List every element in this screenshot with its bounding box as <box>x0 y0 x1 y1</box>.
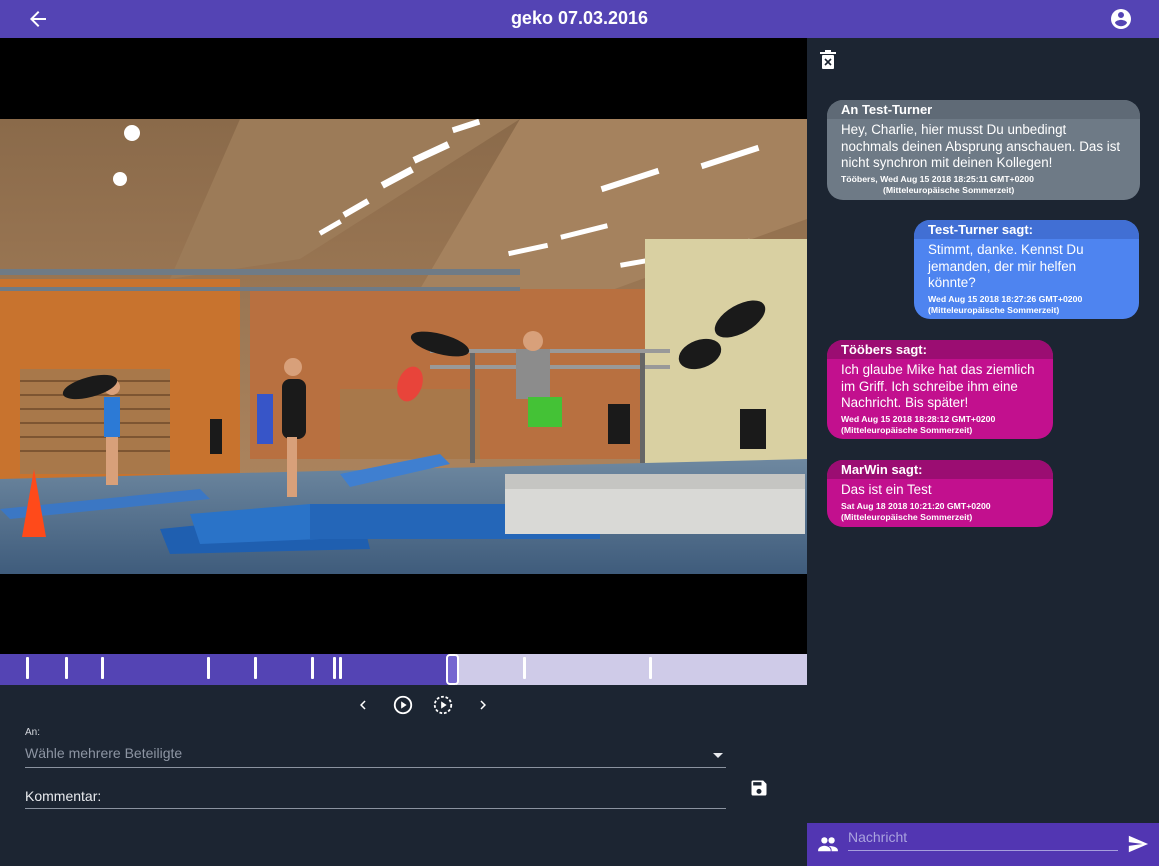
timeline-handle[interactable] <box>446 654 459 685</box>
gym-scene-image <box>0 119 807 574</box>
dropdown-arrow-icon[interactable] <box>713 753 723 758</box>
video-player[interactable] <box>0 38 807 654</box>
video-frame <box>0 119 807 574</box>
people-icon[interactable] <box>817 835 839 853</box>
chat-message: Tööbers sagt: Ich glaube Mike hat das zi… <box>827 340 1053 439</box>
timeline-progress <box>0 654 456 685</box>
timeline-scrubber[interactable] <box>0 654 807 685</box>
timeline-marker[interactable] <box>649 657 652 679</box>
timeline-marker[interactable] <box>101 657 104 679</box>
chat-message: MarWin sagt: Das ist ein Test Sat Aug 18… <box>827 460 1053 527</box>
message-text: Stimmt, danke. Kennst Du jemanden, der m… <box>928 242 1084 290</box>
chevron-right-icon[interactable] <box>470 693 496 717</box>
participants-placeholder: Wähle mehrere Beteiligte <box>25 745 183 761</box>
message-header: An Test-Turner <box>827 100 1140 119</box>
timeline-marker[interactable] <box>339 657 342 679</box>
playback-controls <box>350 693 496 717</box>
message-header: MarWin sagt: <box>827 460 1053 479</box>
video-area: An: Wähle mehrere Beteiligte Kommentar: <box>0 38 807 866</box>
message-header: Test-Turner sagt: <box>914 220 1139 239</box>
timestamp-line: Tööbers, Wed Aug 15 2018 18:25:11 GMT+02… <box>841 173 1034 184</box>
comment-label: Kommentar: <box>25 788 102 804</box>
chevron-left-icon[interactable] <box>350 693 376 717</box>
recipients-label: An: <box>25 727 41 738</box>
timeline-marker[interactable] <box>333 657 336 679</box>
page-title: geko 07.03.2016 <box>510 8 649 28</box>
play-circle-icon[interactable] <box>390 693 416 717</box>
save-icon[interactable] <box>749 778 769 798</box>
timestamp-line: Wed Aug 15 2018 18:28:12 GMT+0200 <box>841 413 996 424</box>
timeline-marker[interactable] <box>207 657 210 679</box>
send-icon[interactable] <box>1127 833 1149 855</box>
timestamp-zone: (Mitteleuropäische Sommerzeit) <box>928 304 1060 315</box>
message-header: Tööbers sagt: <box>827 340 1053 359</box>
timeline-marker[interactable] <box>65 657 68 679</box>
message-timestamp: Tööbers, Wed Aug 15 2018 18:25:11 GMT+02… <box>827 172 1140 196</box>
message-text: Das ist ein Test <box>841 482 932 497</box>
comment-field[interactable]: Kommentar: <box>25 783 726 809</box>
chat-message: An Test-Turner Hey, Charlie, hier musst … <box>827 100 1140 200</box>
message-timestamp: Wed Aug 15 2018 18:27:26 GMT+0200 (Mitte… <box>914 292 1139 316</box>
account-circle-icon[interactable] <box>1109 7 1133 31</box>
chat-panel: An Test-Turner Hey, Charlie, hier musst … <box>807 38 1159 866</box>
chat-input-bar: Nachricht <box>807 823 1159 866</box>
app-bar: geko 07.03.2016 <box>0 0 1159 38</box>
timestamp-zone: (Mitteleuropäische Sommerzeit) <box>841 511 973 522</box>
timeline-marker[interactable] <box>254 657 257 679</box>
play-from-circle-icon[interactable] <box>430 693 456 717</box>
message-text: Ich glaube Mike hat das ziemlich im Grif… <box>841 362 1035 410</box>
timestamp-line: Wed Aug 15 2018 18:27:26 GMT+0200 <box>928 293 1083 304</box>
message-text: Hey, Charlie, hier musst Du unbedingt no… <box>841 122 1121 170</box>
participants-select[interactable]: Wähle mehrere Beteiligte <box>25 741 726 768</box>
timestamp-zone: (Mitteleuropäische Sommerzeit) <box>883 184 1015 195</box>
delete-icon[interactable] <box>820 50 836 70</box>
timestamp-line: Sat Aug 18 2018 10:21:20 GMT+0200 <box>841 500 991 511</box>
message-timestamp: Wed Aug 15 2018 18:28:12 GMT+0200 (Mitte… <box>827 412 1053 436</box>
timestamp-zone: (Mitteleuropäische Sommerzeit) <box>841 424 973 435</box>
message-timestamp: Sat Aug 18 2018 10:21:20 GMT+0200 (Mitte… <box>827 499 1053 523</box>
timeline-marker[interactable] <box>523 657 526 679</box>
message-input[interactable]: Nachricht <box>848 829 1118 851</box>
chat-message: Test-Turner sagt: Stimmt, danke. Kennst … <box>914 220 1139 319</box>
timeline-marker[interactable] <box>26 657 29 679</box>
timeline-marker[interactable] <box>311 657 314 679</box>
